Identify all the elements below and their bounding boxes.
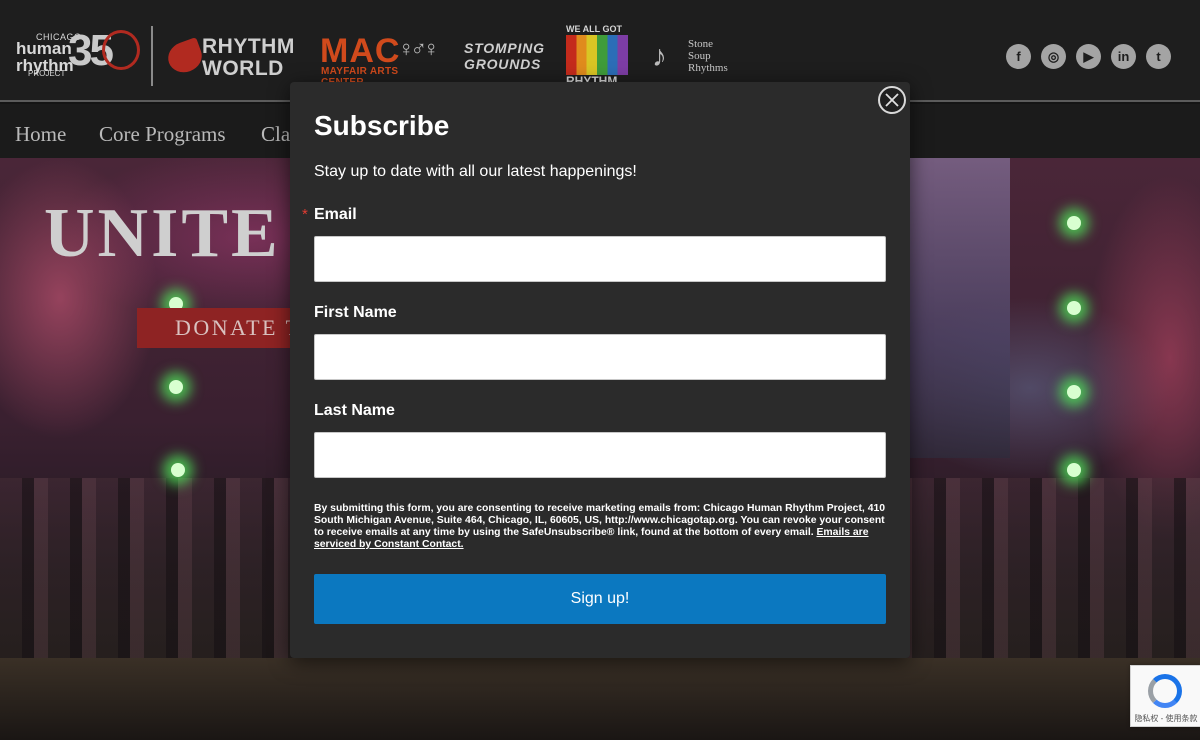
nav-item-core-programs[interactable]: Core Programs [99,122,226,147]
recaptcha-icon [1148,674,1182,708]
email-label: Email [314,206,357,223]
stage-light-icon [171,463,185,477]
logo-text: PROJECT [28,69,66,78]
logo-text: STOMPING GROUNDS [464,40,545,72]
first-name-label: First Name [314,304,397,321]
logo-text: WE ALL GOT [566,24,622,34]
consent-text: By submitting this form, you are consent… [314,503,886,550]
recaptcha-badge[interactable]: 隐私权 - 使用条款 [1130,665,1200,727]
nav-item-classes[interactable]: Cla [261,122,290,147]
hero-title: UNITE [44,195,281,272]
linkedin-icon[interactable]: in [1111,44,1136,69]
close-icon [885,93,899,107]
guitar-pick-icon [163,37,207,77]
youtube-icon[interactable]: ▶ [1076,44,1101,69]
recaptcha-terms-link[interactable]: 隐私权 - 使用条款 [1133,713,1199,724]
rainbow-dancers-icon [566,35,628,75]
twitter-icon[interactable]: t [1146,44,1171,69]
we-all-got-rhythm-logo[interactable]: WE ALL GOT RHYTHM [566,24,628,84]
logo-text: RHYTHM WORLD [202,35,295,80]
modal-title: Subscribe [314,110,450,141]
close-button[interactable] [878,86,906,114]
last-name-label: Last Name [314,402,395,419]
logo-divider [151,26,153,86]
rhythm-world-logo[interactable]: RHYTHM WORLD [163,22,296,86]
instagram-icon[interactable]: ◎ [1041,44,1066,69]
stage-floor [0,658,1200,740]
subscribe-modal: Subscribe Stay up to date with all our l… [290,82,910,658]
stomping-grounds-logo[interactable]: STOMPING GROUNDS [464,22,544,86]
modal-subtitle: Stay up to date with all our latest happ… [314,163,637,180]
mayfair-arts-center-logo[interactable]: MAC ♀♂♀ MAYFAIR ARTS CENTER [320,22,442,88]
sign-up-button[interactable]: Sign up! [314,574,886,624]
stage-backdrop [900,158,1010,458]
logo-text: Stone Soup Rhythms [688,38,728,74]
dancers-icon: ♀♂♀ [398,36,439,61]
chicago-human-rhythm-project-logo[interactable]: CHICAGO human rhythm PROJECT 35 [2,22,142,86]
nav-item-home[interactable]: Home [15,122,66,147]
stage-light-icon [169,380,183,394]
stone-soup-rhythms-logo[interactable]: ♪ Stone Soup Rhythms [650,22,736,86]
last-name-field[interactable] [314,432,886,478]
stage-light-icon [1067,385,1081,399]
first-name-field[interactable] [314,334,886,380]
email-field[interactable] [314,236,886,282]
stage-light-icon [1067,463,1081,477]
stage-light-icon [1067,216,1081,230]
stage-light-icon [1067,301,1081,315]
dancer-figure-icon: ♪ [652,40,667,73]
facebook-icon[interactable]: f [1006,44,1031,69]
required-marker: * [302,206,308,223]
drum-icon [102,30,140,70]
